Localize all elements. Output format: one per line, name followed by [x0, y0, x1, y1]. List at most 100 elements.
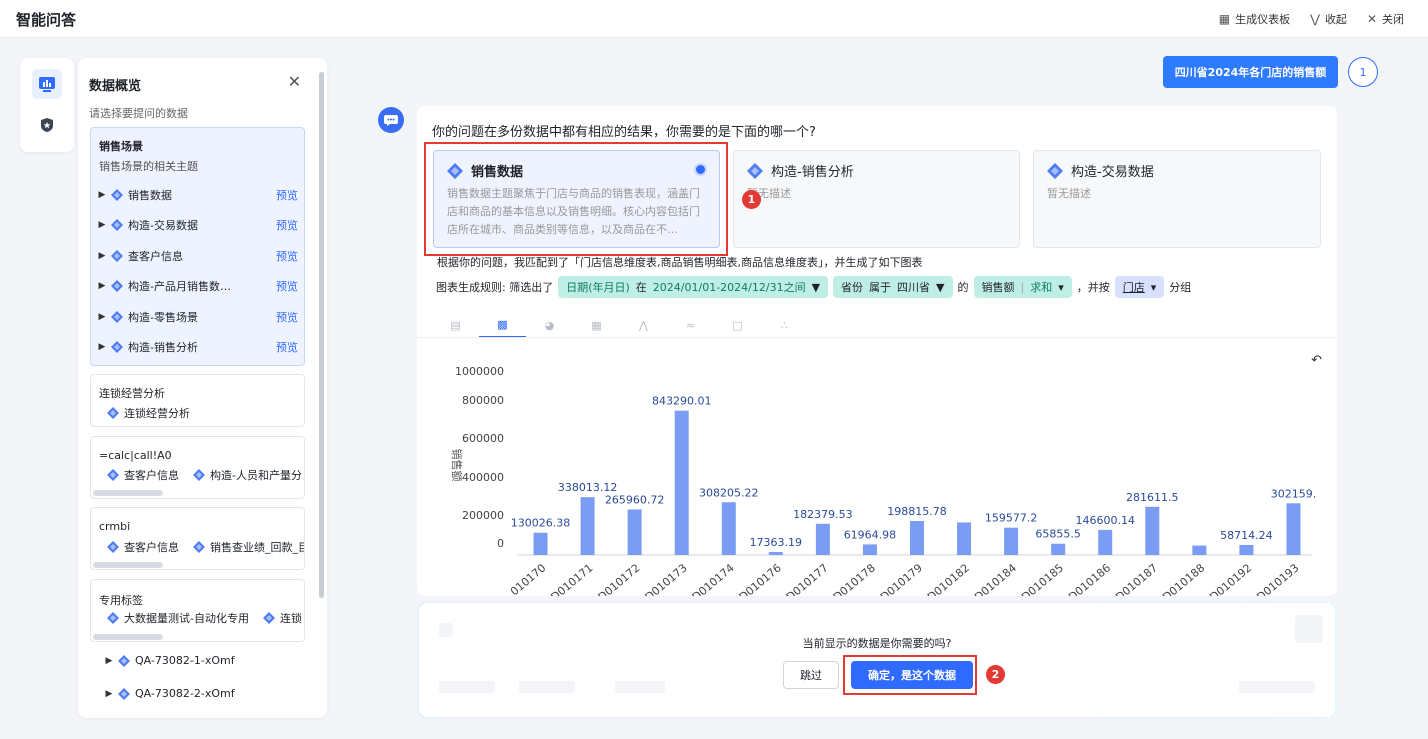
preview-link[interactable]: 预览 — [276, 339, 298, 355]
chart-rule-row: 图表生成规则: 筛选出了 日期(年月日) 在 2024/01/01-2024/1… — [436, 276, 1191, 298]
blurred-tool — [519, 681, 575, 693]
chip-label: 查客户信息 — [124, 541, 179, 554]
panel-scrollbar[interactable] — [319, 72, 324, 598]
table-icon: ▤ — [450, 318, 461, 332]
dataset-chip[interactable]: 查客户信息 — [105, 539, 179, 555]
list-item[interactable]: ▶ 构造-产品月销售数… 预览 — [95, 273, 302, 299]
data-label: 58714.24 — [1220, 529, 1273, 542]
app-title: 智能问答 — [16, 11, 77, 29]
item-label: 构造-销售分析 — [128, 341, 198, 354]
panel-title: 数据概览 — [89, 79, 142, 94]
group-hscrollbar[interactable] — [93, 490, 163, 496]
list-item[interactable]: ▶ 销售数据 预览 — [95, 182, 302, 208]
measure-tag[interactable]: 销售额 | 求和 ▾ — [973, 276, 1072, 298]
chevron-down-icon[interactable]: ▾ — [1151, 281, 1157, 294]
favorites-rail-button[interactable] — [32, 110, 62, 140]
option-title: 构造-交易数据 — [1047, 161, 1154, 180]
group-calc[interactable]: =calc|call!A0 查客户信息 构造-人员和产量分 — [90, 436, 305, 499]
group-chain-analysis[interactable]: 连锁经营分析 连锁经营分析 — [90, 374, 305, 427]
group-special-tags[interactable]: 专用标签 大数据量测试-自动化专用 连锁 — [90, 579, 305, 642]
dimension-field: 门店 — [1122, 281, 1145, 294]
item-label: QA-73082-2-xOmf — [135, 687, 235, 700]
expand-caret-icon[interactable]: ▶ — [95, 281, 109, 291]
dataset-chip[interactable]: 大数据量测试-自动化专用 — [105, 610, 249, 626]
group-title: 销售场景 — [99, 140, 143, 153]
x-tick-label: D010177 — [784, 561, 831, 596]
bar — [1145, 506, 1160, 555]
option-card-sales-analysis[interactable]: 构造-销售分析 暂无描述 — [733, 150, 1020, 248]
dataset-chip[interactable]: 连锁 — [261, 610, 302, 626]
list-item[interactable]: ▶ QA-73082-2-xOmf — [102, 687, 235, 700]
preview-link[interactable]: 预览 — [276, 309, 298, 325]
collapse-button[interactable]: ⋁ 收起 — [1310, 11, 1347, 27]
dataset-chip[interactable]: 销售查业绩_回款_目 — [191, 539, 305, 555]
bar — [627, 509, 642, 555]
x-tick-label: D010173 — [643, 561, 690, 596]
list-item[interactable]: ▶ 查客户信息 预览 — [95, 243, 302, 269]
chevron-down-icon[interactable]: ▾ — [1058, 281, 1064, 294]
expand-caret-icon[interactable]: ▶ — [95, 342, 109, 352]
expand-caret-icon[interactable]: ▶ — [95, 220, 109, 230]
group-title: 连锁经营分析 — [99, 387, 165, 400]
expand-caret-icon[interactable]: ▶ — [95, 312, 109, 322]
item-label: QA-73082-1-xOmf — [135, 654, 235, 667]
tab-pie-chart[interactable]: ◕ — [526, 312, 573, 338]
tab-kpi-number[interactable]: □ — [714, 312, 761, 338]
blurred-tool — [439, 681, 495, 693]
preview-link[interactable]: 预览 — [276, 278, 298, 294]
close-button[interactable]: ✕ 关闭 — [1367, 11, 1404, 27]
group-hscrollbar[interactable] — [93, 562, 163, 568]
data-overview-rail-button[interactable] — [32, 69, 62, 99]
tab-table[interactable]: ▤ — [432, 312, 479, 338]
expand-caret-icon[interactable]: ▶ — [102, 656, 116, 666]
item-label: 构造-零售场景 — [128, 311, 198, 324]
dataset-chip[interactable]: 构造-人员和产量分 — [191, 467, 302, 483]
tab-area-chart[interactable]: ≈ — [667, 312, 714, 338]
list-item[interactable]: ▶ 构造-销售分析 预览 — [95, 334, 302, 360]
chip-label: 连锁 — [279, 612, 302, 625]
rule-by: ，并按 — [1076, 281, 1110, 294]
preview-link[interactable]: 预览 — [276, 217, 298, 233]
question-count-badge[interactable]: 1 — [1348, 57, 1378, 87]
date-filter-tag[interactable]: 日期(年月日) 在 2024/01/01-2024/12/31之间 ▼ — [558, 276, 829, 298]
dataset-chip[interactable]: 查客户信息 — [105, 467, 179, 483]
generate-dashboard-button[interactable]: ▦ 生成仪表板 — [1219, 11, 1290, 27]
expand-caret-icon[interactable]: ▶ — [102, 689, 116, 699]
dataset-chip[interactable]: 连锁经营分析 — [105, 405, 190, 421]
tab-line-chart[interactable]: ⋀ — [620, 312, 667, 338]
dataset-icon — [1047, 162, 1063, 179]
x-tick-label: D010174 — [690, 561, 737, 596]
province-filter-tag[interactable]: 省份 属于 四川省 ▼ — [833, 276, 953, 298]
user-question-bubble[interactable]: 四川省2024年各门店的销售额 — [1163, 56, 1338, 88]
group-sales-scene[interactable]: 销售场景 销售场景的相关主题 ▶ 销售数据 预览 ▶ 构造-交易数据 预览 ▶ … — [90, 127, 305, 366]
chip-label: 销售查业绩_回款_目 — [210, 541, 305, 554]
highlight-box-confirm — [843, 655, 977, 695]
y-tick-label: 800000 — [462, 394, 504, 407]
option-card-transaction-data[interactable]: 构造-交易数据 暂无描述 — [1033, 150, 1321, 248]
group-dimension-tag[interactable]: 门店 ▾ — [1114, 276, 1165, 298]
preview-link[interactable]: 预览 — [276, 248, 298, 264]
panel-close-icon[interactable]: ✕ — [288, 72, 301, 91]
preview-link[interactable]: 预览 — [276, 187, 298, 203]
skip-button[interactable]: 跳过 — [783, 661, 839, 689]
list-item[interactable]: ▶ QA-73082-1-xOmf — [102, 654, 235, 667]
filter-funnel-icon[interactable]: ▼ — [812, 281, 820, 294]
list-item[interactable]: ▶ 构造-交易数据 预览 — [95, 212, 302, 238]
filter-funnel-icon[interactable]: ▼ — [936, 281, 944, 294]
group-hscrollbar[interactable] — [93, 634, 163, 640]
y-tick-label: 200000 — [462, 509, 504, 522]
list-item[interactable]: ▶ 构造-零售场景 预览 — [95, 304, 302, 330]
x-tick-label: D010193 — [1254, 561, 1301, 596]
dataset-icon — [111, 219, 123, 231]
tab-scatter-chart[interactable]: ∴ — [761, 312, 808, 338]
tab-stacked-chart[interactable]: ▦ — [573, 312, 620, 338]
dataset-icon — [747, 162, 763, 179]
tab-bar-chart[interactable]: ▩ — [479, 312, 526, 338]
group-crmbi[interactable]: crmbi 查客户信息 销售查业绩_回款_目 — [90, 507, 305, 570]
expand-caret-icon[interactable]: ▶ — [95, 251, 109, 261]
expand-caret-icon[interactable]: ▶ — [95, 190, 109, 200]
bar-chart: 销售额0200000400000600000800000100000013002… — [450, 365, 1316, 596]
chip-label: 连锁经营分析 — [124, 407, 190, 420]
group-desc: 销售场景的相关主题 — [99, 160, 198, 173]
dataset-icon — [118, 654, 130, 667]
